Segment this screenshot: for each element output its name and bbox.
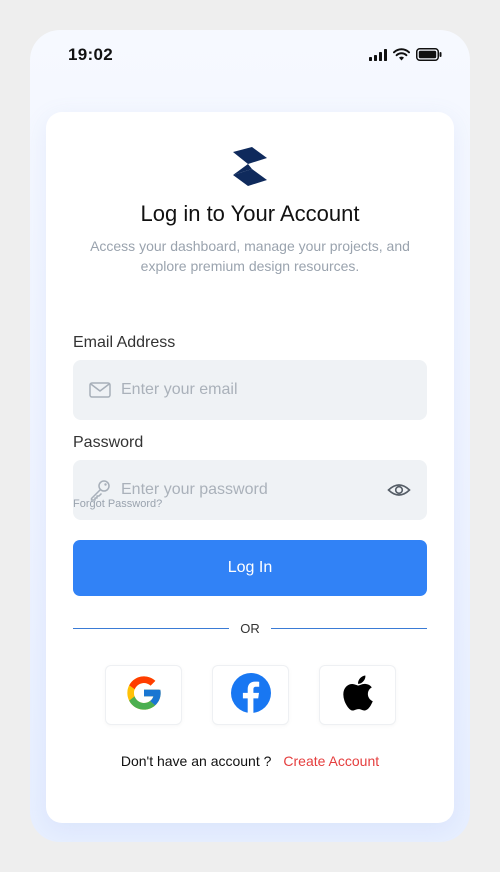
page-title: Log in to Your Account bbox=[140, 201, 360, 226]
status-bar: 19:02 bbox=[30, 30, 470, 82]
email-label: Email Address bbox=[73, 334, 176, 351]
login-card: Log in to Your Account Access your dashb… bbox=[46, 112, 454, 823]
divider-or: OR bbox=[240, 621, 260, 636]
phone-frame: 19:02 Log in to Your Account Access your… bbox=[30, 30, 470, 842]
password-field[interactable] bbox=[73, 460, 427, 520]
email-field[interactable] bbox=[73, 360, 427, 420]
status-icons bbox=[369, 48, 442, 61]
signal-icon bbox=[369, 48, 387, 61]
apple-login-button[interactable] bbox=[319, 665, 396, 725]
email-input[interactable] bbox=[121, 360, 371, 420]
facebook-login-button[interactable] bbox=[212, 665, 289, 725]
signup-prompt: Don't have an account ? Create Account bbox=[46, 753, 454, 769]
apple-icon bbox=[341, 673, 375, 718]
status-time: 19:02 bbox=[68, 45, 113, 64]
password-label: Password bbox=[73, 434, 144, 451]
wifi-icon bbox=[393, 48, 410, 61]
login-button[interactable]: Log In bbox=[73, 540, 427, 596]
mail-icon bbox=[89, 379, 111, 406]
facebook-icon bbox=[230, 672, 271, 718]
signup-question: Don't have an account ? bbox=[120, 753, 272, 769]
password-input[interactable] bbox=[121, 460, 371, 520]
page-subtitle: Access your dashboard, manage your proje… bbox=[90, 238, 410, 274]
forgot-password-link[interactable]: Forgot Password? bbox=[73, 498, 162, 510]
battery-icon bbox=[416, 48, 442, 61]
brand-logo-icon bbox=[226, 147, 274, 196]
google-icon bbox=[124, 673, 164, 718]
eye-icon[interactable] bbox=[387, 480, 411, 505]
create-account-link[interactable]: Create Account bbox=[283, 753, 379, 769]
divider-line-right bbox=[271, 628, 427, 629]
google-login-button[interactable] bbox=[105, 665, 182, 725]
divider-line-left bbox=[73, 628, 229, 629]
